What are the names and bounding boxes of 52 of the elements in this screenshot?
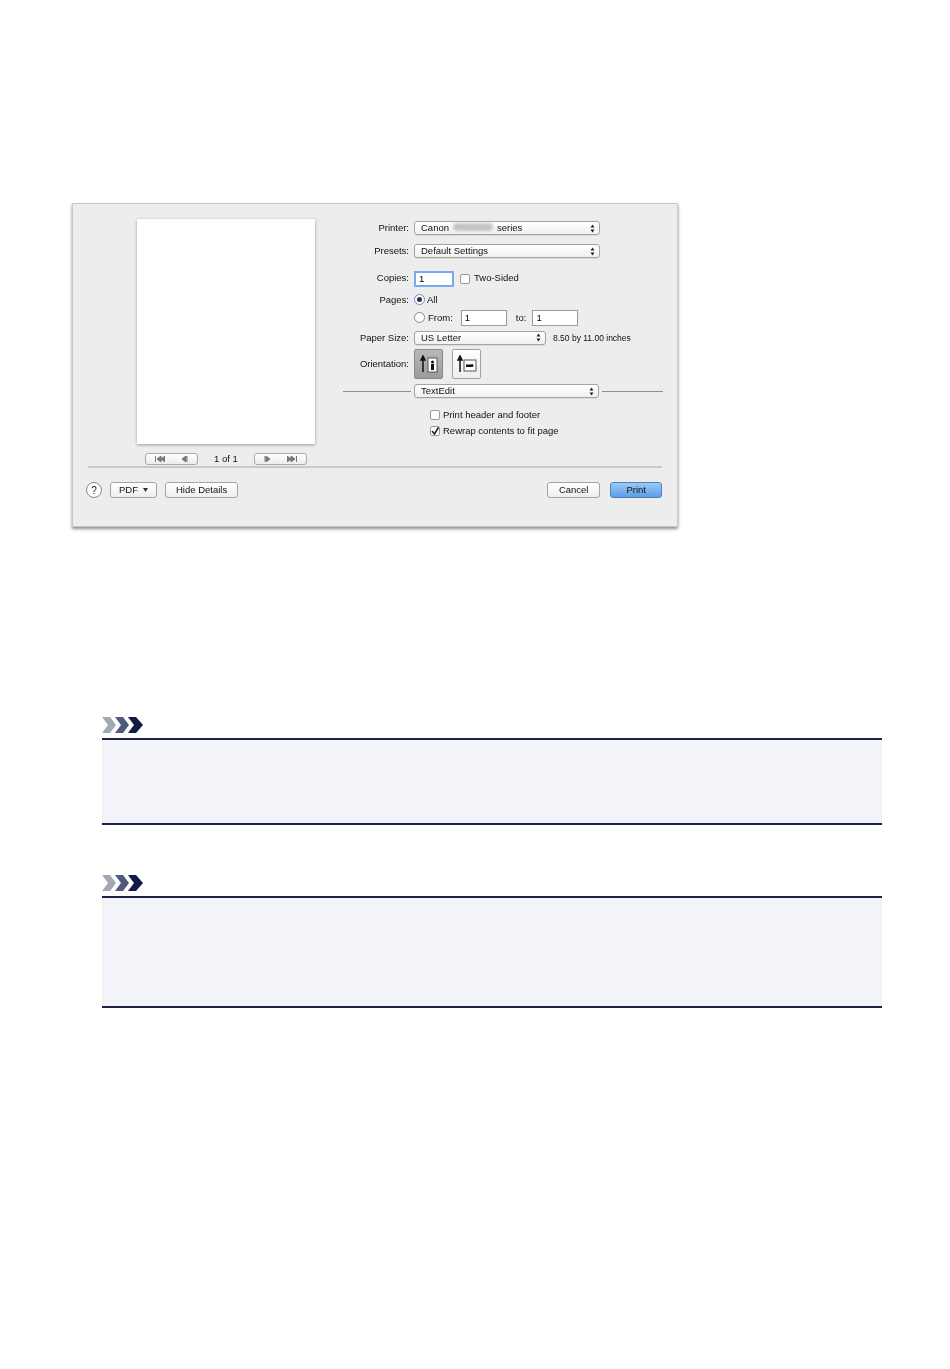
checkbox-label: Print header and footer: [443, 408, 541, 422]
radio-label: From:: [428, 310, 453, 325]
page-indicator: 1 of 1: [214, 451, 238, 466]
from-page-field[interactable]: 1: [460, 309, 507, 326]
field-label: to:: [515, 310, 527, 325]
app-options-popup[interactable]: TextEdit: [414, 384, 599, 398]
checkbox-label: Rewrap contents to fit page: [443, 424, 559, 439]
to-page-field[interactable]: 1: [532, 309, 579, 326]
printer-popup[interactable]: Canon series: [414, 221, 600, 236]
help-button[interactable]: ?: [86, 482, 102, 498]
next-page-icon: [263, 455, 270, 462]
caret-icon: [143, 488, 148, 492]
orientation-button[interactable]: [452, 349, 481, 379]
printer-name: Canon: [421, 222, 449, 233]
popup-arrows-icon: [536, 333, 541, 343]
popup-arrows-icon: [589, 386, 594, 396]
note-chevrons-icon: [102, 875, 144, 891]
checkbox-label: Two-Sided: [474, 271, 519, 286]
printer-name: series: [497, 222, 523, 233]
note-chevrons-icon: [102, 717, 144, 733]
page-range-radio[interactable]: [414, 312, 425, 324]
previous-page-icon: [182, 455, 189, 462]
print-button[interactable]: Print: [610, 482, 662, 498]
field-label: Paper Size:: [358, 330, 409, 345]
option-checkbox[interactable]: [430, 426, 440, 437]
previous-page-buttons[interactable]: [145, 452, 199, 465]
portrait-orientation-icon: [419, 355, 438, 373]
popup-arrows-icon: [590, 246, 595, 256]
checkmark-icon: [431, 427, 439, 436]
field-label: Printer:: [377, 221, 409, 235]
paper-size-popup[interactable]: US Letter: [414, 330, 546, 345]
field-label: Presets:: [373, 244, 409, 259]
two-sided-checkbox[interactable]: [460, 273, 470, 284]
pdf-menu-button[interactable]: PDF: [110, 482, 157, 498]
presets-popup[interactable]: Default Settings: [414, 244, 600, 259]
redaction-mark: [453, 223, 493, 231]
radio-label: All: [427, 292, 438, 307]
field-label: Copies:: [375, 271, 409, 286]
paper-dimensions: 8.50 by 11.00 inches: [553, 331, 631, 345]
page-range-radio[interactable]: [414, 294, 425, 306]
hide-details-button[interactable]: Hide Details: [165, 482, 239, 498]
last-page-icon: [287, 455, 298, 462]
orientation-button[interactable]: [414, 349, 443, 379]
copies-field[interactable]: 1: [414, 270, 454, 287]
cancel-button[interactable]: Cancel: [546, 482, 601, 498]
option-checkbox[interactable]: [430, 410, 440, 421]
field-label: Pages:: [378, 292, 409, 307]
field-label: Orientation:: [358, 356, 409, 371]
popup-arrows-icon: [590, 223, 595, 233]
first-page-icon: [154, 455, 165, 462]
next-page-buttons[interactable]: [253, 452, 307, 465]
landscape-orientation-icon: [456, 355, 477, 373]
